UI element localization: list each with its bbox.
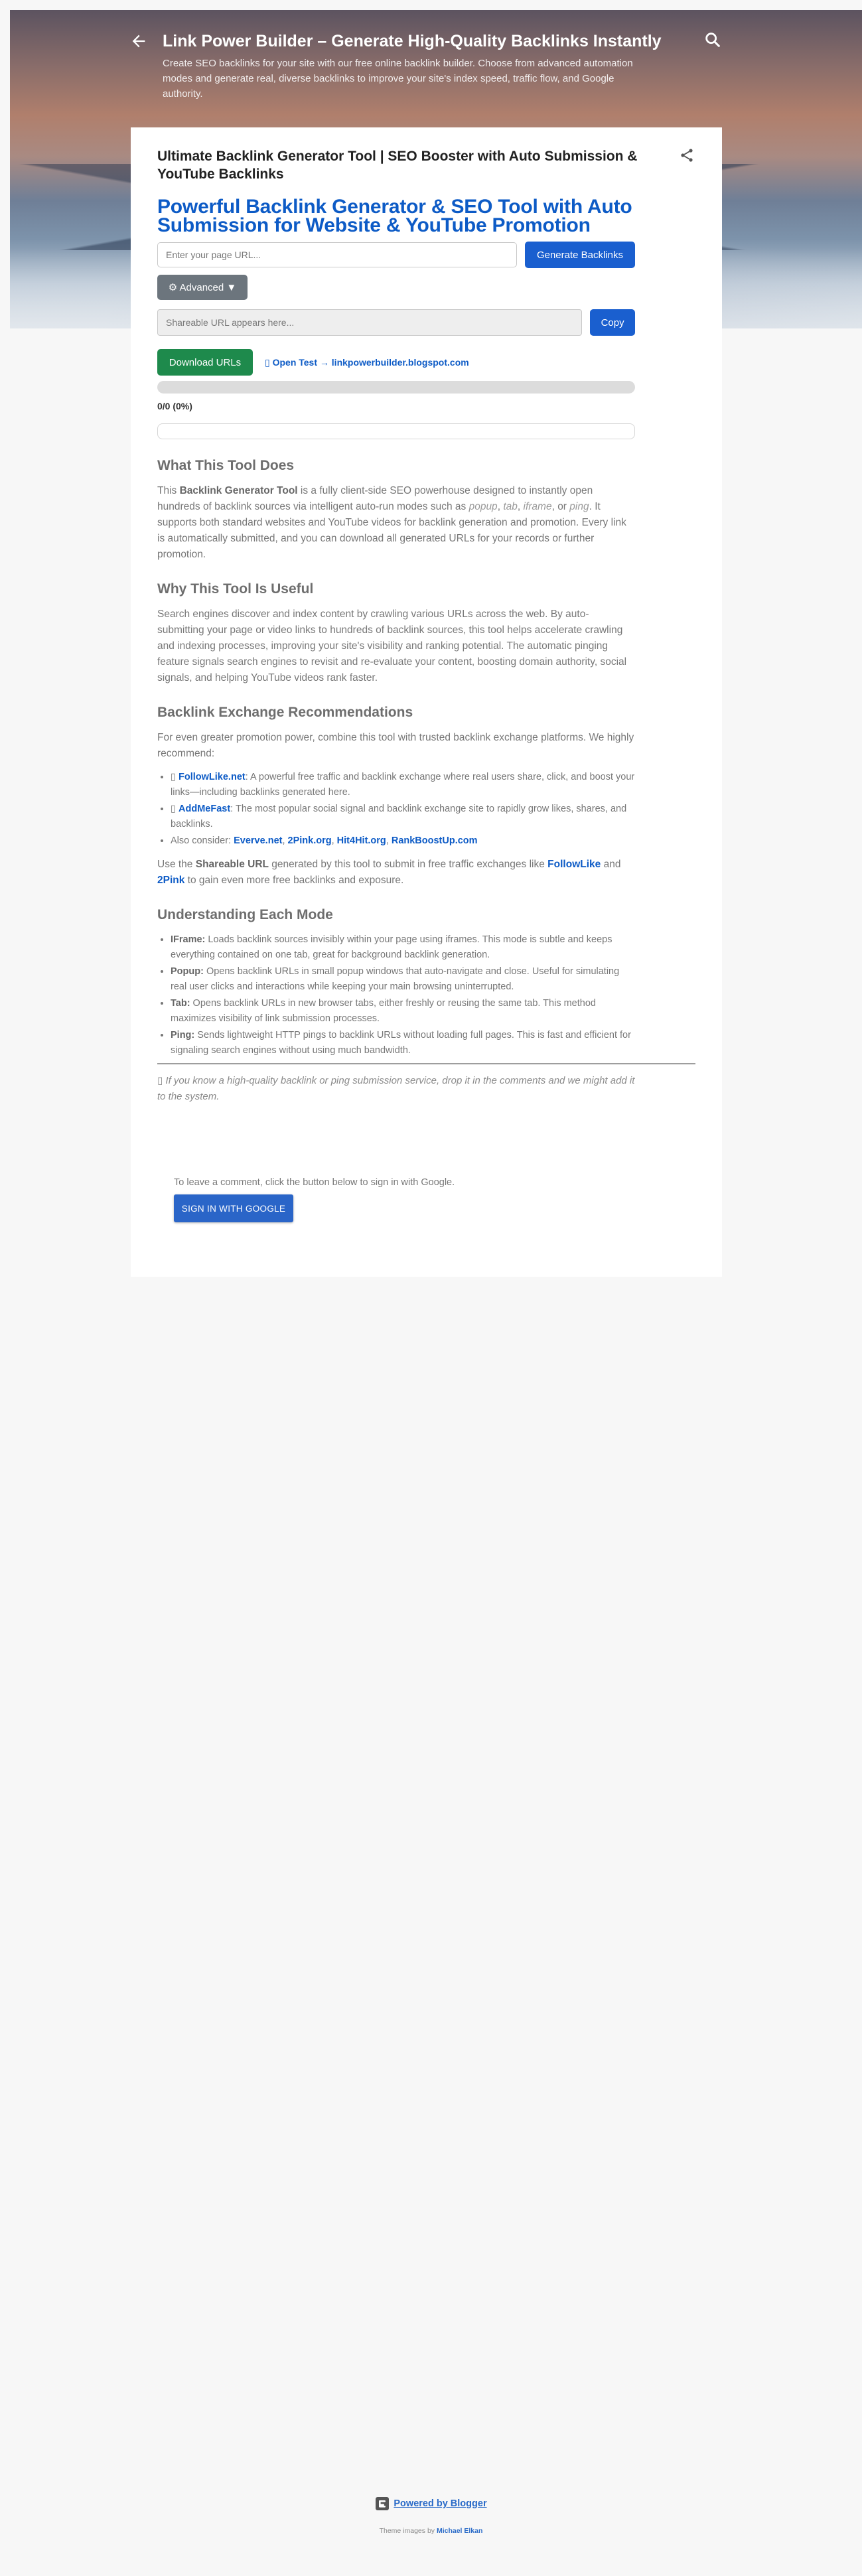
everve-link[interactable]: Everve.net bbox=[234, 835, 282, 846]
hit4hit-link[interactable]: Hit4Hit.org bbox=[337, 835, 386, 846]
progress-text: 0/0 (0%) bbox=[157, 401, 192, 411]
blog-title[interactable]: Link Power Builder – Generate High-Quali… bbox=[163, 31, 693, 52]
2pink-link[interactable]: 2Pink.org bbox=[288, 835, 332, 846]
progress-bar bbox=[157, 381, 635, 394]
list-item: IFrame: Loads backlink sources invisibly… bbox=[171, 932, 635, 963]
section-heading-why: Why This Tool Is Useful bbox=[157, 581, 314, 597]
section-heading-what: What This Tool Does bbox=[157, 458, 295, 473]
addmefast-link[interactable]: AddMeFast bbox=[179, 804, 230, 814]
section-exchange-intro: For even greater promotion power, combin… bbox=[157, 732, 634, 759]
blog-description: Create SEO backlinks for your site with … bbox=[163, 58, 633, 100]
open-test-link[interactable]: ▯ Open Test → linkpowerbuilder.blogspot.… bbox=[265, 357, 469, 368]
list-item: ▯ FollowLike.net: A powerful free traffi… bbox=[171, 770, 635, 800]
section-why-text: Search engines discover and index conten… bbox=[157, 608, 627, 683]
rankboostup-link[interactable]: RankBoostUp.com bbox=[392, 835, 478, 846]
powered-by-blogger-link[interactable]: Powered by Blogger bbox=[394, 2498, 486, 2509]
exchange-list: ▯ FollowLike.net: A powerful free traffi… bbox=[157, 770, 635, 849]
list-item: Tab: Opens backlink URLs in new browser … bbox=[171, 996, 635, 1027]
section-exchange-outro: Use the Shareable URL generated by this … bbox=[157, 859, 621, 886]
share-icon[interactable] bbox=[679, 147, 695, 163]
modes-list: IFrame: Loads backlink sources invisibly… bbox=[157, 932, 635, 1058]
results-box bbox=[157, 423, 635, 439]
list-item: ▯ AddMeFast: The most popular social sig… bbox=[171, 802, 635, 832]
blogger-logo-icon bbox=[375, 2496, 390, 2511]
list-item: Also consider: Everve.net, 2Pink.org, Hi… bbox=[171, 833, 635, 849]
blogger-footer: Powered by Blogger bbox=[0, 2496, 862, 2511]
list-item: Ping: Sends lightweight HTTP pings to ba… bbox=[171, 1028, 635, 1058]
list-item: Popup: Opens backlink URLs in small popu… bbox=[171, 964, 635, 995]
download-urls-button[interactable]: Download URLs bbox=[157, 349, 253, 376]
search-icon[interactable] bbox=[703, 31, 722, 49]
followlike-inline-link[interactable]: FollowLike bbox=[547, 859, 601, 870]
tool-heading: Powerful Backlink Generator & SEO Tool w… bbox=[157, 196, 632, 236]
theme-credit: Theme images by Michael Elkan bbox=[379, 2527, 483, 2535]
page-url-input[interactable] bbox=[157, 242, 517, 267]
arrow-left-icon[interactable] bbox=[129, 32, 148, 50]
post-title: Ultimate Backlink Generator Tool | SEO B… bbox=[157, 149, 638, 182]
section-what-text: This Backlink Generator Tool is a fully … bbox=[157, 485, 626, 560]
footnote: ▯ If you know a high-quality backlink or… bbox=[157, 1075, 635, 1102]
generate-backlinks-button[interactable]: Generate Backlinks bbox=[525, 242, 635, 268]
copy-button[interactable]: Copy bbox=[590, 309, 635, 336]
sign-in-google-button[interactable]: SIGN IN WITH GOOGLE bbox=[174, 1194, 293, 1222]
2pink-inline-link[interactable]: 2Pink bbox=[157, 875, 184, 886]
comment-note: To leave a comment, click the button bel… bbox=[174, 1177, 455, 1188]
section-heading-exchange: Backlink Exchange Recommendations bbox=[157, 705, 413, 720]
followlike-link[interactable]: FollowLike.net bbox=[179, 772, 246, 782]
shareable-url-field[interactable] bbox=[157, 309, 583, 336]
post-body: Powerful Backlink Generator & SEO Tool w… bbox=[157, 196, 635, 1060]
section-heading-modes: Understanding Each Mode bbox=[157, 907, 333, 922]
divider bbox=[157, 1063, 695, 1064]
theme-author-link[interactable]: Michael Elkan bbox=[437, 2527, 482, 2535]
advanced-toggle-button[interactable]: ⚙ Advanced ▼ bbox=[157, 275, 248, 300]
post-card: Ultimate Backlink Generator Tool | SEO B… bbox=[131, 127, 722, 1277]
